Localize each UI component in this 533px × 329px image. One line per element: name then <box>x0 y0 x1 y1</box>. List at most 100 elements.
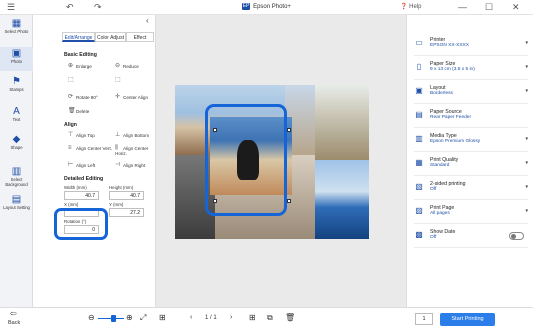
back-arrow-icon: ⇦ <box>10 309 17 318</box>
maximize-button[interactable]: ☐ <box>485 2 493 12</box>
close-button[interactable]: ✕ <box>512 2 520 12</box>
rotate-90-button[interactable]: ⟳ Rotate 90° <box>68 94 98 101</box>
chevron-down-icon: ▾ <box>525 184 528 190</box>
help-icon: ❓ <box>400 4 408 10</box>
setting-layout[interactable]: ▣ Layout Borderless ▾ <box>414 80 528 104</box>
height-input[interactable]: 40.7 <box>109 191 144 200</box>
tool-icon-2: ⬚ <box>115 77 121 84</box>
setting-printer[interactable]: ▭ Printer EPSON XX-XXXX ▾ <box>414 32 528 56</box>
nav-text[interactable]: A Text <box>0 107 33 123</box>
width-input[interactable]: 40.7 <box>64 191 99 200</box>
prev-page-icon[interactable]: ‹ <box>190 314 192 321</box>
tool-icon: ⬚ <box>68 77 74 84</box>
align-left-button[interactable]: ⊢ Align Left <box>68 162 95 168</box>
enlarge-button[interactable]: ⊕ Enlarge <box>68 63 92 70</box>
nav-photo[interactable]: ▣ Photo <box>0 47 33 71</box>
layout-icon: ▤ <box>11 194 22 205</box>
page-indicator: 1 / 1 <box>205 315 217 321</box>
add-page-icon[interactable]: ⊞ <box>249 313 256 322</box>
align-top-button[interactable]: ⊤ Align Top <box>68 132 95 139</box>
chevron-down-icon: ▾ <box>525 208 528 214</box>
background-icon: ▥ <box>11 166 22 177</box>
stamps-icon: ⚑ <box>12 76 21 87</box>
duplex-icon: ▧ <box>415 182 423 191</box>
align-center-vert-button[interactable]: ≡ Align Center Vert. <box>68 145 113 151</box>
align-top-icon: ⊤ <box>68 132 74 139</box>
nav-select-photo[interactable]: ▦ Select Photo <box>0 19 33 35</box>
start-printing-button[interactable]: Start Printing <box>440 313 495 326</box>
tab-edit-arrange[interactable]: Edit/Arrange <box>62 32 95 42</box>
nav-select-background[interactable]: ▥ Select Background <box>0 167 33 187</box>
section-align: Align <box>64 122 77 128</box>
setting-2-sided[interactable]: ▧ 2-sided printing Off ▾ <box>414 176 528 200</box>
x-label: X (mm) <box>64 202 79 207</box>
setting-print-quality[interactable]: ▦ Print Quality Standard ▾ <box>414 152 528 176</box>
tab-color-adjust[interactable]: Color Adjust <box>95 32 126 42</box>
back-label: Back <box>8 320 21 326</box>
epson-photo-plus-window: ☰ ↶ ↷ EP Epson Photo+ ❓ Help — ☐ ✕ ▦ Selec… <box>0 0 533 329</box>
fit-screen-icon[interactable]: ⤢ <box>140 313 146 323</box>
select-photo-icon: ▦ <box>11 18 22 29</box>
height-label: Height (mm) <box>109 185 134 190</box>
nav-stamps[interactable]: ⚑ Stamps <box>0 77 33 93</box>
bottom-toolbar: ⇦ Back ⊖ ⊕ ⤢ ⊞ ‹ 1 / 1 › ⊞ ⧉ 🗑 1 Start P… <box>0 307 533 329</box>
print-page-icon: ▨ <box>415 206 423 215</box>
collapse-left-panel-icon[interactable]: ‹ <box>146 16 149 25</box>
reduce-icon: ⊖ <box>115 63 121 70</box>
printer-icon: ▭ <box>415 38 423 47</box>
rotate-icon: ⟳ <box>68 94 74 101</box>
chevron-down-icon: ▾ <box>525 64 528 70</box>
resize-handle-br[interactable] <box>287 199 291 203</box>
media-type-icon: ▥ <box>415 134 423 143</box>
tab-effect[interactable]: Effect <box>126 32 154 42</box>
paper-size-icon: ▯ <box>416 62 422 71</box>
grid-icon[interactable]: ⊞ <box>159 313 166 322</box>
setting-paper-size[interactable]: ▯ Paper Size 9 x 13 cm (3.5 x 5 in) ▾ <box>414 56 528 80</box>
align-right-icon: ⊣ <box>115 162 121 169</box>
center-align-icon: ✛ <box>115 94 121 101</box>
reduce-button[interactable]: ⊖ Reduce <box>115 63 139 70</box>
title-bar: ☰ ↶ ↷ EP Epson Photo+ ❓ Help — ☐ ✕ <box>0 0 533 15</box>
print-preview-canvas <box>156 15 406 307</box>
toggle-knob <box>511 234 516 239</box>
enlarge-icon: ⊕ <box>68 63 74 70</box>
y-label: Y (mm) <box>109 202 124 207</box>
epson-logo-icon: EP <box>242 3 251 10</box>
center-align-button[interactable]: ✛ Center Align <box>115 94 148 101</box>
align-bottom-icon: ⊥ <box>115 132 121 139</box>
resize-handle-bl[interactable] <box>213 199 217 203</box>
zoom-in-icon[interactable]: ⊕ <box>126 313 133 322</box>
app-title: EP Epson Photo+ <box>242 3 291 11</box>
disabled-tool-button[interactable]: ⬚ <box>68 77 76 84</box>
zoom-out-icon[interactable]: ⊖ <box>88 313 95 322</box>
delete-page-icon[interactable]: 🗑 <box>285 313 295 322</box>
align-center-horiz-button[interactable]: ⫼ Align Center Horiz. <box>115 145 155 156</box>
setting-print-page[interactable]: ▨ Print Page All pages ▾ <box>414 200 528 224</box>
resize-handle-tl[interactable] <box>213 128 217 132</box>
copies-input[interactable]: 1 <box>415 313 433 325</box>
duplicate-page-icon[interactable]: ⧉ <box>267 313 273 323</box>
delete-button[interactable]: 🗑Delete <box>68 108 89 114</box>
disabled-tool-button-2[interactable]: ⬚ <box>115 77 123 84</box>
next-page-icon[interactable]: › <box>230 314 232 321</box>
setting-media-type[interactable]: ▥ Media Type Epson Premium Glossy ▾ <box>414 128 528 152</box>
align-bottom-button[interactable]: ⊥ Align Bottom <box>115 132 149 139</box>
setting-paper-source[interactable]: ▤ Paper Source Rear Paper Feeder <box>414 104 528 128</box>
nav-shape[interactable]: ◆ Shape <box>0 135 33 151</box>
photo-cyclist <box>315 160 369 239</box>
paper-source-icon: ▤ <box>415 110 423 119</box>
y-input[interactable]: 27.2 <box>109 208 144 217</box>
chevron-down-icon: ▾ <box>525 40 528 46</box>
resize-handle-tr[interactable] <box>287 128 291 132</box>
print-quality-icon: ▦ <box>415 158 423 167</box>
nav-layout-setting[interactable]: ▤ Layout Setting <box>0 195 33 211</box>
minimize-button[interactable]: — <box>458 2 467 12</box>
align-right-button[interactable]: ⊣ Align Right <box>115 162 145 169</box>
section-detailed-editing: Detailed Editing <box>64 176 104 182</box>
selection-frame[interactable] <box>205 104 287 216</box>
zoom-slider-handle[interactable] <box>111 315 116 322</box>
show-date-toggle[interactable] <box>509 232 524 240</box>
back-button[interactable]: ⇦ <box>10 309 17 318</box>
help-button[interactable]: ❓ Help <box>400 2 422 12</box>
setting-show-date: ▩ Show Date Off <box>414 224 528 248</box>
